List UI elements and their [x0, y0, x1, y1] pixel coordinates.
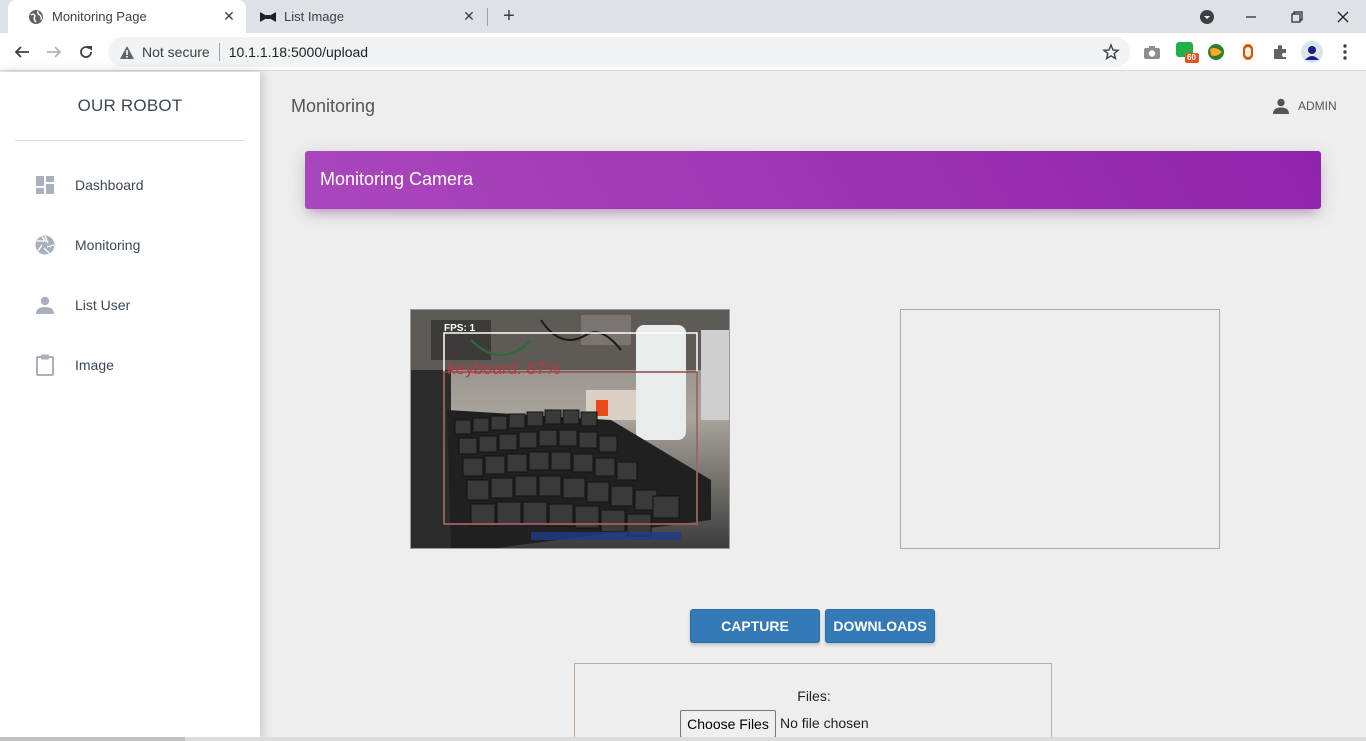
detection-label: keyboard: 87%: [447, 359, 560, 378]
card-title: Monitoring Camera: [320, 169, 474, 189]
downloads-button[interactable]: DOWNLOADS: [825, 609, 935, 643]
close-window-icon[interactable]: [1320, 0, 1366, 33]
sidebar: OUR ROBOT Dashboard Monitoring List User…: [0, 72, 260, 741]
tab-title: Monitoring Page: [52, 9, 147, 24]
tab-monitoring-page[interactable]: Monitoring Page ✕: [8, 0, 246, 33]
browser-menu-icon[interactable]: [1336, 43, 1354, 61]
person-icon: [30, 293, 60, 317]
brand-logo-text[interactable]: OUR ROBOT: [0, 96, 260, 116]
file-status-text: No file chosen: [780, 715, 869, 731]
close-tab-icon[interactable]: ✕: [222, 9, 236, 23]
restore-icon[interactable]: [1274, 0, 1320, 33]
captured-image-frame: [900, 309, 1220, 549]
sidebar-item-label: Image: [75, 357, 114, 373]
bookmark-star-icon[interactable]: [1102, 43, 1120, 61]
tab-divider: [487, 8, 488, 26]
security-status: Not secure: [142, 44, 210, 60]
tab-list-image[interactable]: List Image ✕: [246, 0, 486, 33]
camera-frame-image: FPS: 1 keyboard: 87%: [411, 310, 729, 548]
browser-tab-bar: Monitoring Page ✕ List Image ✕ +: [0, 0, 1366, 33]
horizontal-scrollbar[interactable]: [0, 737, 1366, 741]
minimize-icon[interactable]: [1228, 0, 1274, 33]
files-label: Files:: [797, 688, 831, 704]
forward-icon[interactable]: [42, 40, 66, 64]
url-text[interactable]: 10.1.1.18:5000/upload: [229, 44, 368, 60]
fps-label: FPS: 1: [444, 323, 476, 334]
sidebar-item-list-user[interactable]: List User: [30, 285, 245, 325]
sidebar-item-label: Monitoring: [75, 237, 141, 253]
bowtie-icon: [260, 9, 276, 25]
upload-form: Files: Choose Files No file chosen: [574, 663, 1052, 741]
camera-stream: FPS: 1 keyboard: 87%: [410, 309, 730, 549]
tab-search-icon[interactable]: [1184, 0, 1230, 33]
warning-icon[interactable]: [119, 44, 135, 60]
user-icon: [1272, 97, 1290, 115]
sidebar-item-dashboard[interactable]: Dashboard: [30, 165, 245, 205]
omnibox-divider: [218, 43, 220, 61]
sidebar-divider: [15, 140, 245, 141]
extension-badge: 60: [1187, 53, 1196, 62]
sidebar-item-monitoring[interactable]: Monitoring: [30, 225, 245, 265]
camera-aperture-icon: [30, 233, 60, 257]
sidebar-item-image[interactable]: Image: [30, 345, 245, 385]
page-title[interactable]: Monitoring: [291, 96, 375, 117]
card-header: Monitoring Camera: [305, 151, 1321, 209]
globe-extension-icon[interactable]: [1207, 43, 1225, 61]
tab-title: List Image: [284, 9, 344, 24]
chat-extension-icon[interactable]: 60: [1175, 42, 1199, 63]
profile-avatar-icon[interactable]: [1301, 41, 1323, 63]
sidebar-item-label: List User: [75, 297, 131, 313]
back-icon[interactable]: [10, 40, 34, 64]
reload-icon[interactable]: [74, 40, 98, 64]
address-bar[interactable]: Not secure 10.1.1.18:5000/upload: [108, 37, 1130, 67]
globe-icon: [28, 9, 44, 25]
new-tab-button[interactable]: +: [498, 6, 520, 28]
camera-extension-icon[interactable]: [1143, 43, 1161, 61]
clipboard-icon: [30, 353, 60, 377]
user-name: ADMIN: [1298, 99, 1337, 113]
dashboard-icon: [30, 173, 60, 197]
puzzle-extensions-icon[interactable]: [1271, 43, 1289, 61]
flame-extension-icon[interactable]: [1239, 43, 1257, 61]
sidebar-item-label: Dashboard: [75, 177, 144, 193]
choose-files-button[interactable]: Choose Files: [680, 710, 776, 738]
scrollbar-thumb[interactable]: [0, 737, 185, 741]
close-tab-icon[interactable]: ✕: [462, 9, 476, 23]
capture-button[interactable]: CAPTURE: [690, 609, 820, 643]
user-menu[interactable]: ADMIN: [1272, 97, 1337, 115]
browser-toolbar: Not secure 10.1.1.18:5000/upload 60: [0, 33, 1366, 71]
